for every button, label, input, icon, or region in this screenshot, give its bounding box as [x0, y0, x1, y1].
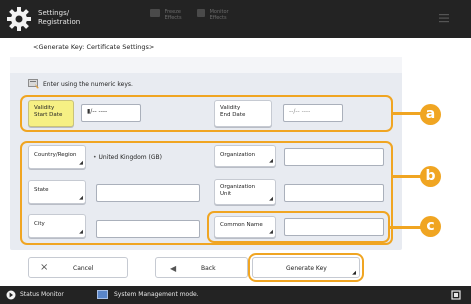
menu-icon[interactable]	[438, 12, 450, 24]
header-button-1[interactable]: Freeze Effects	[150, 9, 182, 29]
numeric-keys-icon	[28, 79, 39, 89]
back-label: Back	[201, 265, 216, 272]
callout-b-badge: b	[420, 166, 441, 187]
header-button-2[interactable]: Monitor Effects	[197, 9, 229, 29]
status-monitor-icon[interactable]	[6, 290, 16, 300]
title-line-2: Registration	[38, 18, 81, 26]
device-icon[interactable]	[450, 289, 462, 301]
confirm-corner-icon: ◢	[352, 270, 356, 276]
panel-top-strip	[10, 57, 402, 73]
generate-key-label: Generate Key	[286, 265, 327, 272]
header-button-1-line-2: Effects	[164, 15, 182, 21]
title-line-1: Settings/	[38, 9, 70, 17]
cancel-label: Cancel	[73, 265, 94, 272]
highlight-box-c	[207, 211, 390, 243]
generate-key-button[interactable]: Generate Key ◢	[252, 257, 360, 278]
hint-text: Enter using the numeric keys.	[43, 81, 133, 88]
system-mode-label: System Management mode.	[114, 291, 199, 298]
status-monitor-label[interactable]: Status Monitor	[20, 291, 64, 298]
callout-connector-c	[390, 226, 423, 229]
callout-c-badge: c	[420, 216, 441, 237]
system-mode-icon	[97, 290, 108, 299]
status-bar: Status Monitor System Management mode.	[0, 286, 471, 304]
settings-registration-title[interactable]: Settings/ Registration	[38, 9, 80, 27]
highlight-box-a	[20, 95, 393, 132]
breadcrumb: <Generate Key: Certificate Settings>	[33, 43, 155, 51]
callout-connector-b	[393, 175, 423, 178]
monitor-icon	[197, 9, 205, 17]
callout-connector-a	[393, 112, 423, 115]
callout-a-badge: a	[420, 104, 441, 125]
freeze-icon	[150, 9, 160, 17]
close-icon: ×	[40, 262, 49, 273]
top-bar: Settings/ Registration Freeze Effects Mo…	[0, 0, 471, 38]
back-button[interactable]: ◀ Back	[155, 257, 248, 278]
header-button-2-line-2: Effects	[209, 15, 227, 21]
gear-icon[interactable]	[6, 6, 32, 32]
back-arrow-icon: ◀	[170, 264, 177, 273]
cancel-button[interactable]: × Cancel	[28, 257, 128, 278]
